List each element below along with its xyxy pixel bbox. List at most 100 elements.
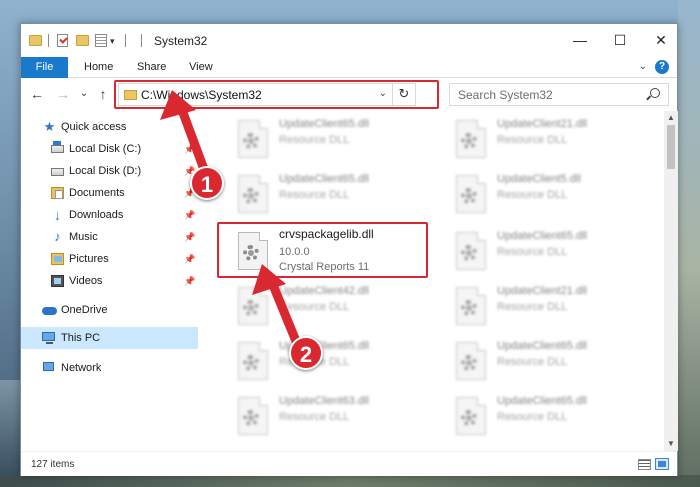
toolbar-separator (125, 34, 126, 47)
desktop-background (0, 475, 700, 487)
file-list: UpdateClient65.dll Resource DLL UpdateCl… (198, 111, 664, 451)
forward-button[interactable]: → (54, 84, 72, 104)
item-count: 127 items (31, 459, 75, 470)
gear-icon (461, 245, 477, 261)
pin-icon[interactable]: 📌 (184, 138, 195, 160)
close-button[interactable]: ✕ (639, 26, 683, 54)
vertical-scrollbar[interactable]: ▲ ▼ (664, 111, 678, 451)
back-button[interactable]: ← (28, 84, 46, 104)
maximize-button[interactable]: ☐ (598, 26, 642, 54)
gear-icon (243, 410, 259, 426)
file-name: UpdateClient65.dll (497, 340, 587, 352)
file-item[interactable]: UpdateClient65.dll Resource DLL (436, 333, 646, 389)
toolbar-separator (48, 34, 49, 47)
file-item[interactable]: UpdateClient65.dll Resource DLL (218, 166, 428, 222)
search-input[interactable] (450, 84, 640, 105)
pin-icon[interactable]: 📌 (184, 226, 195, 248)
toolbar-separator (141, 34, 142, 47)
drive-icon (51, 168, 64, 176)
folder-icon (29, 35, 42, 46)
desktop-background (678, 0, 700, 487)
file-name: UpdateClient42.dll (279, 285, 369, 297)
new-folder-icon[interactable] (76, 35, 89, 46)
window-title: System32 (154, 34, 208, 48)
search-icon[interactable] (650, 88, 660, 98)
file-item[interactable]: UpdateClient5.dll Resource DLL (436, 166, 646, 222)
sidebar-item-label: Local Disk (C:) (69, 143, 142, 155)
file-description: Resource DLL (497, 246, 568, 258)
file-name: UpdateClient65.dll (279, 173, 369, 185)
details-view-icon[interactable] (638, 459, 651, 470)
scrollbar-thumb[interactable] (667, 125, 675, 169)
pin-icon[interactable]: 📌 (184, 270, 195, 292)
quick-access-dropdown-icon[interactable]: ▾ (110, 36, 115, 50)
sidebar-item-local-disk-d[interactable]: Local Disk (D:) 📌 (21, 160, 198, 182)
star-icon: ★ (43, 119, 56, 134)
file-description: Resource DLL (497, 134, 568, 146)
onedrive-icon (42, 307, 57, 315)
gear-icon (243, 188, 259, 204)
search-box[interactable] (449, 83, 669, 106)
download-icon: ↓ (54, 207, 61, 223)
sidebar-item-onedrive[interactable]: OneDrive (21, 299, 198, 321)
tab-share[interactable]: Share (127, 57, 176, 78)
gear-icon (461, 300, 477, 316)
file-item[interactable]: UpdateClient65.dll Resource DLL (218, 111, 428, 167)
sidebar-item-local-disk-c[interactable]: Local Disk (C:) 📌 (21, 138, 198, 160)
file-item[interactable]: UpdateClient63.dll Resource DLL (218, 388, 428, 444)
file-highlight (217, 222, 428, 278)
sidebar-item-downloads[interactable]: ↓ Downloads 📌 (21, 204, 198, 226)
gear-icon (461, 188, 477, 204)
step-badge-2: 2 (289, 336, 323, 370)
sidebar-item-label: Documents (69, 187, 125, 199)
up-button[interactable]: ↑ (94, 84, 112, 104)
sidebar-item-quick-access[interactable]: ★ Quick access (21, 116, 198, 138)
file-item[interactable]: UpdateClient65.dll Resource DLL (436, 388, 646, 444)
customize-toolbar-icon[interactable] (95, 34, 107, 47)
tab-home[interactable]: Home (74, 57, 123, 78)
music-icon: ♪ (54, 229, 61, 244)
file-item[interactable]: UpdateClient42.dll Resource DLL (218, 278, 428, 334)
file-item[interactable]: UpdateClient21.dll Resource DLL (436, 111, 646, 167)
expand-ribbon-icon[interactable]: ⌄ (639, 61, 647, 72)
status-bar: 127 items (21, 451, 677, 476)
large-icons-view-icon[interactable] (655, 458, 669, 470)
sidebar-item-pictures[interactable]: Pictures 📌 (21, 248, 198, 270)
file-name: UpdateClient21.dll (497, 118, 587, 130)
file-item[interactable]: UpdateClient65.dll Resource DLL (218, 333, 428, 389)
file-item[interactable]: UpdateClient21.dll Resource DLL (436, 278, 646, 334)
sidebar-item-network[interactable]: Network (21, 357, 198, 379)
sidebar-item-label: This PC (61, 332, 101, 344)
sidebar-item-documents[interactable]: Documents 📌 (21, 182, 198, 204)
scroll-down-icon[interactable]: ▼ (664, 437, 678, 451)
gear-icon (243, 355, 259, 371)
file-name: UpdateClient5.dll (497, 173, 581, 185)
file-item[interactable]: UpdateClient65.dll Resource DLL (436, 223, 646, 279)
file-description: Resource DLL (497, 301, 568, 313)
scroll-up-icon[interactable]: ▲ (664, 111, 678, 125)
file-description: Resource DLL (497, 411, 568, 423)
sidebar-item-this-pc[interactable]: This PC (21, 327, 198, 349)
pin-icon[interactable]: 📌 (184, 248, 195, 270)
file-description: Resource DLL (279, 134, 350, 146)
desktop-background (0, 380, 22, 487)
drive-icon (51, 141, 64, 153)
sidebar-item-music[interactable]: ♪ Music 📌 (21, 226, 198, 248)
sidebar-item-videos[interactable]: Videos 📌 (21, 270, 198, 292)
file-name: UpdateClient65.dll (279, 118, 369, 130)
gear-icon (461, 133, 477, 149)
navigation-pane: ★ Quick access Local Disk (C:) 📌 Local D… (21, 111, 198, 451)
title-bar: ▾ System32 — ☐ ✕ (21, 24, 677, 57)
file-description: Resource DLL (279, 301, 350, 313)
properties-check-icon[interactable] (57, 34, 68, 47)
file-name: UpdateClient65.dll (497, 395, 587, 407)
file-description: Resource DLL (497, 189, 568, 201)
help-icon[interactable]: ? (655, 60, 669, 74)
gear-icon (461, 355, 477, 371)
minimize-button[interactable]: — (558, 26, 602, 54)
file-description: Resource DLL (279, 189, 350, 201)
tab-view[interactable]: View (179, 57, 223, 78)
file-description: Resource DLL (279, 411, 350, 423)
recent-locations-icon[interactable]: ⌄ (75, 84, 93, 104)
pin-icon[interactable]: 📌 (184, 204, 195, 226)
